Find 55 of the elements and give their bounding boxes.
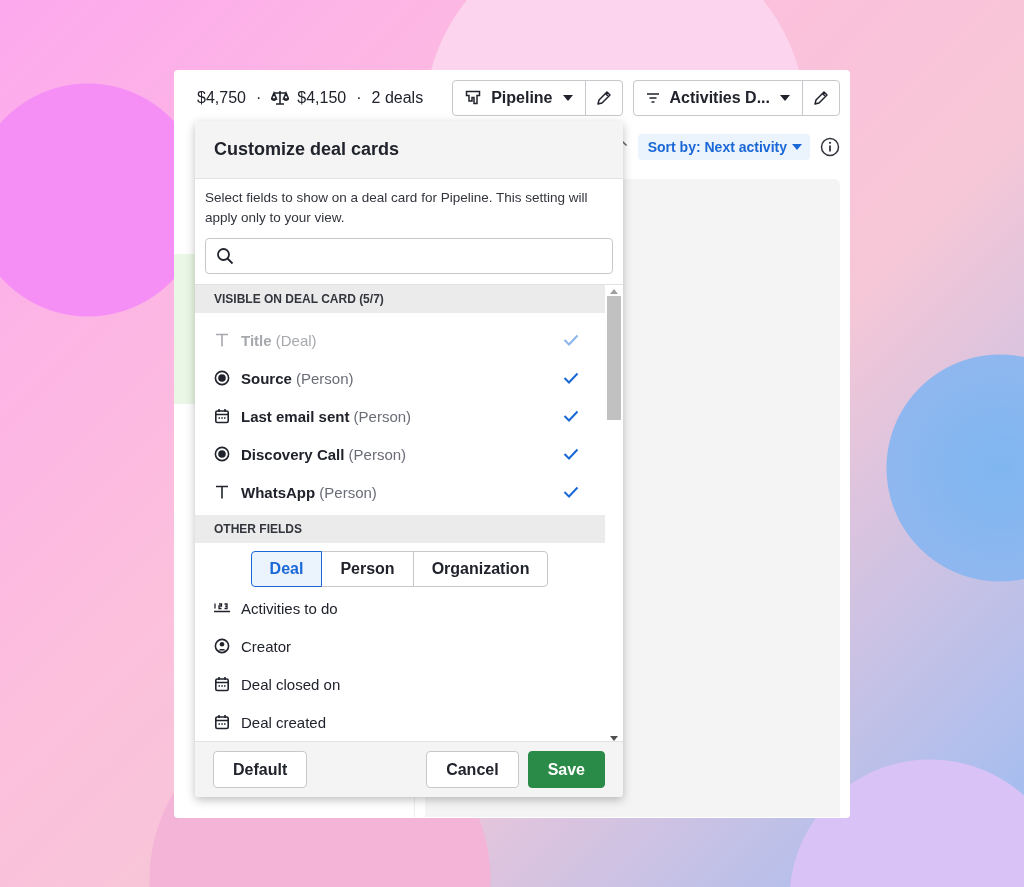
summary-value: 2 deals <box>371 89 424 107</box>
section-heading: VISIBLE ON DEAL CARD (5/7) <box>195 285 605 313</box>
pencil-icon <box>813 90 829 106</box>
summary-value: $4,150 <box>297 89 347 107</box>
field-type-tab[interactable]: Person <box>321 551 414 587</box>
caret-icon <box>792 144 802 150</box>
field-type-tab[interactable]: Organization <box>412 551 549 587</box>
primary-button[interactable]: Save <box>527 751 605 788</box>
number-field-icon <box>213 602 231 614</box>
field-row[interactable]: WhatsApp (Person) <box>195 473 605 511</box>
caret-icon <box>562 95 573 101</box>
field-label: Last email sent (Person) <box>241 407 413 425</box>
separator-dot: · <box>255 89 262 107</box>
info-icon[interactable] <box>820 137 840 157</box>
separator-dot: · <box>356 89 362 107</box>
calendar-icon <box>214 676 230 692</box>
field-label: Deal created <box>241 713 328 731</box>
secondary-button[interactable]: Default <box>213 751 308 788</box>
field-label: WhatsApp (Person) <box>241 483 378 501</box>
sort-dropdown[interactable]: Sort by: Next activity <box>637 134 810 160</box>
field-label: Deal closed on <box>241 675 342 693</box>
radio-icon <box>214 446 230 462</box>
radio-icon <box>214 370 230 386</box>
field-row[interactable]: Deal created <box>195 703 605 741</box>
search-icon <box>216 247 234 265</box>
scrollbar-thumb[interactable] <box>607 296 621 420</box>
board-icon <box>465 90 482 106</box>
text-field-icon <box>214 484 230 500</box>
field-label: Creator <box>241 637 293 655</box>
caret-icon <box>780 95 790 101</box>
field-row[interactable]: Deal closed on <box>195 665 605 703</box>
search-field[interactable] <box>205 238 613 274</box>
field-row[interactable]: Activities to do <box>195 589 605 627</box>
field-label: Discovery Call (Person) <box>241 445 408 463</box>
dialog-description: Select fields to show on a deal card for Pipeline. This setting will apply only to your view. <box>204 189 589 227</box>
field-label: Source (Person) <box>241 369 355 387</box>
text-field-icon <box>214 332 230 348</box>
field-label: Activities to do <box>241 599 339 617</box>
scale-icon <box>271 90 290 106</box>
field-type-tab[interactable]: Deal <box>250 551 323 587</box>
field-row[interactable]: Creator <box>195 627 605 665</box>
summary-value: $4,750 <box>197 89 246 107</box>
calendar-icon <box>214 408 230 424</box>
field-row[interactable]: Discovery Call (Person) <box>195 435 605 473</box>
pencil-icon <box>595 90 612 106</box>
user-icon <box>214 638 230 654</box>
scroll-up-icon[interactable] <box>610 289 618 294</box>
filter-icon <box>645 92 660 104</box>
field-label: Title (Deal) <box>241 331 318 349</box>
field-row[interactable]: Source (Person) <box>195 359 605 397</box>
section-heading: OTHER FIELDS <box>195 515 605 543</box>
calendar-icon <box>214 714 230 730</box>
dialog-title: Customize deal cards <box>214 139 400 160</box>
secondary-button[interactable]: Cancel <box>426 751 519 788</box>
field-row[interactable]: Last email sent (Person) <box>195 397 605 435</box>
